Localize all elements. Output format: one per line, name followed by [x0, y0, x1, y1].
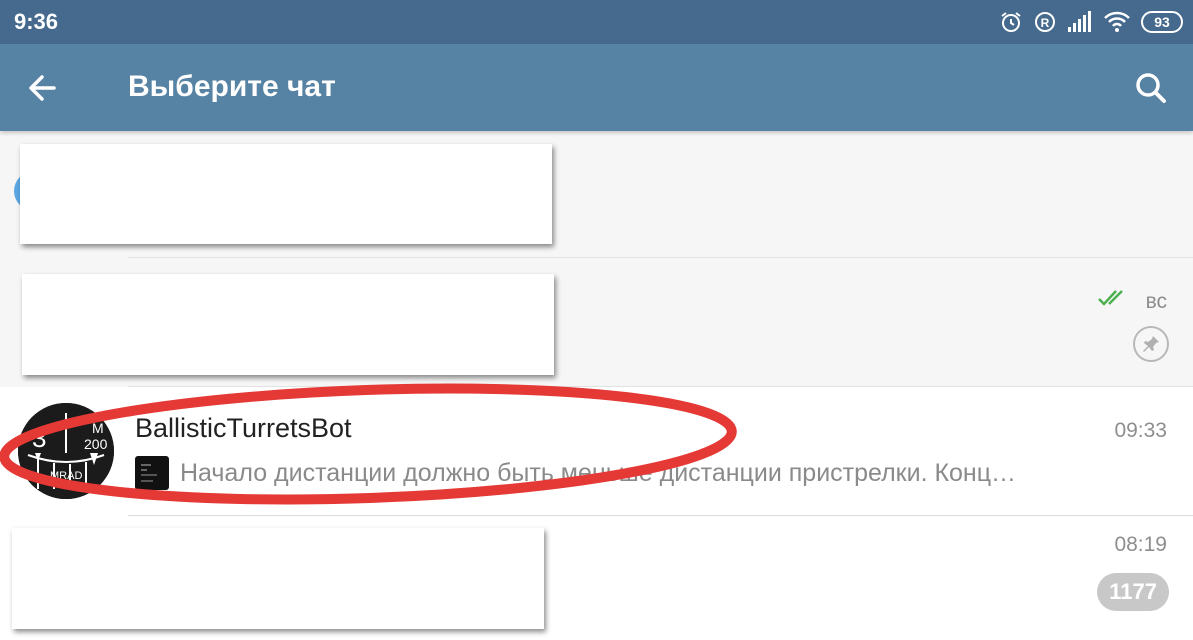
battery-indicator: 93 — [1141, 11, 1183, 33]
avatar-text: MRAD — [50, 470, 82, 482]
redaction-box — [12, 528, 544, 629]
unread-badge: 1177 — [1097, 573, 1169, 611]
status-bar: 9:36 R 93 — [0, 0, 1193, 44]
avatar-text: M — [92, 420, 104, 436]
chat-item-redacted-1[interactable] — [0, 131, 1193, 258]
avatar-text: 200 — [84, 436, 108, 452]
chat-time: 08:19 — [1114, 533, 1167, 556]
avatar-text: 3 — [32, 423, 46, 453]
alarm-icon — [999, 10, 1023, 34]
redaction-box — [22, 274, 554, 375]
search-button[interactable] — [1129, 66, 1173, 110]
chat-time: 09:33 — [1114, 419, 1167, 442]
registered-icon: R — [1033, 10, 1057, 34]
svg-text:R: R — [1041, 16, 1050, 30]
preview-thumbnail — [135, 456, 169, 490]
wifi-icon — [1103, 11, 1131, 33]
avatar: 3 M 200 MRAD — [18, 403, 114, 499]
chat-item-redacted-2[interactable]: вс — [0, 258, 1193, 387]
page-title: Выберите чат — [128, 70, 336, 103]
redaction-box — [20, 144, 552, 244]
chat-item-redacted-3[interactable]: 08:19 1177 — [0, 516, 1193, 640]
search-icon — [1136, 73, 1166, 103]
double-check-icon — [1097, 288, 1133, 313]
chat-item-ballisticturretsbot[interactable]: 3 M 200 MRAD BallisticTurretsBot 09:33 Н… — [0, 387, 1193, 516]
signal-icon — [1067, 11, 1093, 33]
status-icons: R 93 — [999, 8, 1183, 36]
status-time: 9:36 — [14, 9, 59, 34]
chat-time: вс — [1145, 290, 1167, 313]
chat-preview: Начало дистанции должно быть меньше дист… — [180, 459, 1017, 487]
chat-list: вс 3 M 200 MRAD BallisticTurretsBot 09:3… — [0, 131, 1193, 640]
app-bar: Выберите чат — [0, 44, 1193, 131]
arrow-left-icon — [29, 75, 56, 101]
chat-name: BallisticTurretsBot — [135, 413, 352, 443]
pin-icon — [1133, 326, 1169, 362]
back-button[interactable] — [20, 66, 64, 110]
